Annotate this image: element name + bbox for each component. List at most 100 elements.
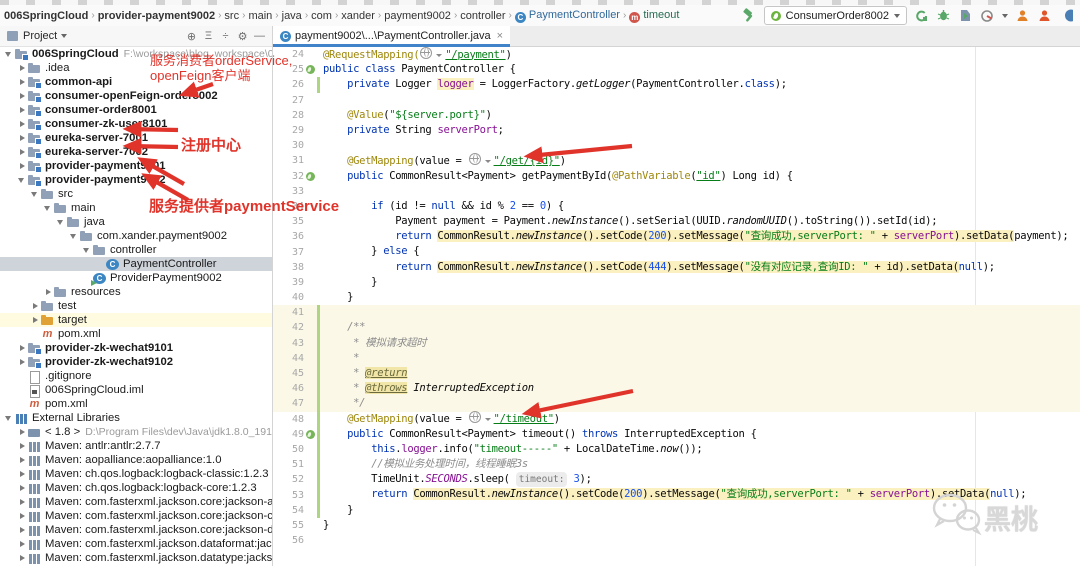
code-line-48[interactable]: 48 @GetMapping(value = "/timeout"): [273, 411, 1080, 427]
line-number[interactable]: 54: [273, 505, 304, 516]
code-line-41[interactable]: 41: [273, 305, 1080, 321]
line-number[interactable]: 41: [273, 307, 304, 318]
tree-item-pom-xml[interactable]: m pom.xml: [0, 327, 272, 341]
code-line-29[interactable]: 29 private String serverPort;: [273, 123, 1080, 138]
code-line-37[interactable]: 37 } else {: [273, 244, 1080, 259]
line-number[interactable]: 45: [273, 368, 304, 379]
tree-item-maven-ch-qos-logback-logback-classic-1-2-3[interactable]: Maven: ch.qos.logback:logback-classic:1.…: [0, 467, 272, 481]
code-line-40[interactable]: 40 }: [273, 290, 1080, 305]
chevron-right-icon[interactable]: [17, 133, 27, 143]
chevron-right-icon[interactable]: [30, 315, 40, 325]
tree-item-providerpayment9002[interactable]: C ProviderPayment9002: [0, 271, 272, 286]
line-number[interactable]: 33: [273, 186, 304, 197]
breadcrumb-item-006springcloud[interactable]: 006SpringCloud: [2, 10, 90, 22]
tree-item-006springcloud-iml[interactable]: 006SpringCloud.iml: [0, 383, 272, 398]
line-number[interactable]: 34: [273, 201, 304, 212]
line-number[interactable]: 32: [273, 171, 304, 182]
code-line-35[interactable]: 35 Payment payment = Payment.newInstance…: [273, 214, 1080, 229]
line-number[interactable]: 39: [273, 277, 304, 288]
line-number[interactable]: 26: [273, 79, 304, 90]
line-number[interactable]: 50: [273, 444, 304, 455]
chevron-right-icon[interactable]: [17, 455, 27, 465]
tree-item-consumer-zk-user8101[interactable]: consumer-zk-user8101: [0, 117, 272, 131]
code-line-38[interactable]: 38 return CommonResult.newInstance().set…: [273, 260, 1080, 275]
code-line-31[interactable]: 31 @GetMapping(value = "/get/{id}"): [273, 152, 1080, 168]
line-number[interactable]: 29: [273, 125, 304, 136]
attach-process-2-button[interactable]: [1037, 8, 1052, 23]
chevron-right-icon[interactable]: [17, 539, 27, 549]
line-number[interactable]: 46: [273, 383, 304, 394]
editor-tab-paymentcontroller[interactable]: C payment9002\...\PaymentController.java…: [273, 26, 511, 47]
chevron-right-icon[interactable]: [17, 357, 27, 367]
chevron-right-icon[interactable]: [17, 525, 27, 535]
line-number[interactable]: 52: [273, 474, 304, 485]
line-number[interactable]: 40: [273, 292, 304, 303]
line-number[interactable]: 31: [273, 155, 304, 166]
code-line-54[interactable]: 54 }: [273, 502, 1080, 518]
tree-item-resources[interactable]: resources: [0, 285, 272, 299]
line-number[interactable]: 47: [273, 398, 304, 409]
line-number[interactable]: 48: [273, 414, 304, 425]
chevron-right-icon[interactable]: [17, 105, 27, 115]
expand-settings-icon[interactable]: ÷: [217, 30, 234, 42]
tree-item-maven-aopalliance-aopalliance-1-0[interactable]: Maven: aopalliance:aopalliance:1.0: [0, 453, 272, 467]
tree-item-consumer-order8001[interactable]: consumer-order8001: [0, 103, 272, 117]
line-number[interactable]: 51: [273, 459, 304, 470]
code-line-52[interactable]: 52 TimeUnit.SECONDS.sleep( timeout: 3);: [273, 472, 1080, 488]
locate-file-icon[interactable]: ⊕: [183, 30, 200, 43]
tree-item-maven-ch-qos-logback-logback-core-1-2-3[interactable]: Maven: ch.qos.logback:logback-core:1.2.3: [0, 481, 272, 495]
tree-item-1-8[interactable]: < 1.8 > D:\Program Files\dev\Java\jdk1.8.…: [0, 425, 272, 439]
code-line-32[interactable]: 32 public CommonResult<Payment> getPayme…: [273, 169, 1080, 184]
code-line-49[interactable]: 49 public CommonResult<Payment> timeout(…: [273, 426, 1080, 442]
line-number[interactable]: 24: [273, 49, 304, 60]
tree-item-controller[interactable]: controller: [0, 243, 272, 257]
code-line-25[interactable]: 25 public class PaymentController {: [273, 62, 1080, 77]
line-number[interactable]: 35: [273, 216, 304, 227]
collapse-all-icon[interactable]: Ξ: [200, 30, 217, 42]
chevron-down-icon[interactable]: [43, 203, 53, 213]
spring-bean-gutter-icon[interactable]: [304, 429, 317, 439]
url-mapping-icon[interactable]: [468, 411, 481, 423]
tree-item-maven-com-fasterxml-jackson-core-jackson-annotations-2[interactable]: Maven: com.fasterxml.jackson.core:jackso…: [0, 495, 272, 509]
line-number[interactable]: 28: [273, 110, 304, 121]
line-number[interactable]: 36: [273, 231, 304, 242]
tree-item-maven-com-fasterxml-jackson-datatype-jackson-datatype[interactable]: Maven: com.fasterxml.jackson.datatype:ja…: [0, 551, 272, 565]
line-number[interactable]: 27: [273, 95, 304, 106]
breadcrumb-item-paymentcontroller[interactable]: C PaymentController: [513, 9, 622, 23]
chevron-right-icon[interactable]: [17, 63, 27, 73]
chevron-right-icon[interactable]: [17, 511, 27, 521]
close-icon[interactable]: ×: [497, 30, 503, 42]
code-line-27[interactable]: 27: [273, 93, 1080, 108]
line-number[interactable]: 53: [273, 490, 304, 501]
project-view-chevron-icon[interactable]: [61, 34, 68, 38]
debug-button[interactable]: [936, 8, 951, 23]
chevron-right-icon[interactable]: [17, 441, 27, 451]
tree-item-test[interactable]: test: [0, 299, 272, 313]
tree-item-main[interactable]: main: [0, 201, 272, 215]
tree-item-java[interactable]: java: [0, 215, 272, 229]
run-configuration-select[interactable]: ConsumerOrder8002: [763, 6, 907, 25]
chevron-down-icon[interactable]: [82, 245, 92, 255]
chevron-right-icon[interactable]: [17, 91, 27, 101]
line-number[interactable]: 43: [273, 338, 304, 349]
tree-item-006springcloud[interactable]: 006SpringCloud F:\workspace\blog_workspac…: [0, 47, 272, 61]
tree-item-src[interactable]: src: [0, 187, 272, 201]
hide-panel-icon[interactable]: —: [251, 30, 268, 42]
chevron-right-icon[interactable]: [17, 147, 27, 157]
tree-item-maven-antlr-antlr-2-7-7[interactable]: Maven: antlr:antlr:2.7.7: [0, 439, 272, 453]
tree-item-paymentcontroller[interactable]: C PaymentController: [0, 257, 272, 271]
code-line-56[interactable]: 56: [273, 533, 1080, 548]
code-line-44[interactable]: 44 *: [273, 350, 1080, 366]
chevron-right-icon[interactable]: [17, 161, 27, 171]
spring-bean-gutter-icon[interactable]: [304, 65, 317, 75]
code-line-33[interactable]: 33: [273, 184, 1080, 199]
breadcrumb-item-src[interactable]: src: [222, 10, 241, 22]
spring-bean-gutter-icon[interactable]: [304, 171, 317, 181]
chevron-down-icon[interactable]: [4, 413, 14, 423]
breadcrumb-item-java[interactable]: java: [280, 10, 304, 22]
chevron-down-icon[interactable]: [484, 159, 491, 163]
profiler-button[interactable]: [980, 8, 995, 23]
tree-item-com-xander-payment9002[interactable]: com.xander.payment9002: [0, 229, 272, 243]
code-editor[interactable]: 24 @RequestMapping("/payment") 25 public cl…: [273, 47, 1080, 566]
tree-item-target[interactable]: target: [0, 313, 272, 327]
